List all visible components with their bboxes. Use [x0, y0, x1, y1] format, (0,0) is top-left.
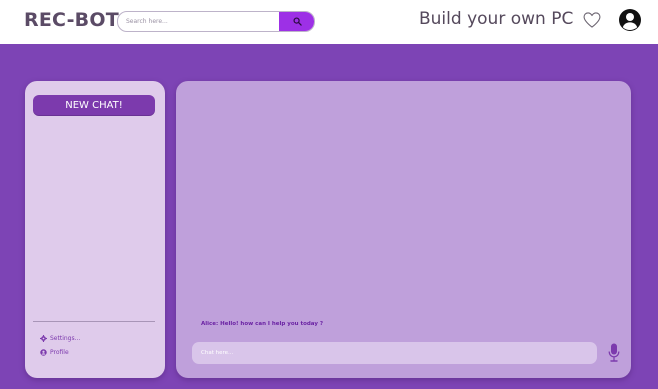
heart-icon[interactable] — [582, 10, 602, 30]
search-button[interactable] — [279, 12, 314, 31]
sidebar-divider — [33, 321, 155, 322]
sidebar: NEW CHAT! Settings... Profile — [25, 81, 165, 378]
user-account-icon[interactable] — [618, 8, 642, 32]
chat-message: Alice: Hello! how can I help you today ? — [201, 321, 324, 327]
build-pc-link[interactable]: Build your own PC — [419, 9, 573, 29]
brand-logo[interactable]: REC-BOT — [24, 9, 119, 31]
new-chat-button[interactable]: NEW CHAT! — [33, 95, 155, 116]
search-input[interactable] — [126, 12, 276, 31]
sidebar-item-profile[interactable]: Profile — [40, 349, 69, 356]
sidebar-item-label: Settings... — [50, 335, 81, 342]
search-box — [117, 11, 315, 32]
top-bar: REC-BOT Build your own PC — [0, 0, 658, 44]
gear-icon — [40, 335, 47, 342]
sidebar-item-settings[interactable]: Settings... — [40, 335, 80, 342]
microphone-icon[interactable] — [608, 343, 620, 363]
sidebar-item-label: Profile — [50, 349, 69, 356]
chat-input-box — [192, 342, 597, 364]
user-circle-icon — [40, 349, 47, 356]
chat-input[interactable] — [201, 342, 581, 364]
chat-panel: Alice: Hello! how can I help you today ? — [176, 81, 631, 378]
search-icon — [292, 17, 302, 26]
